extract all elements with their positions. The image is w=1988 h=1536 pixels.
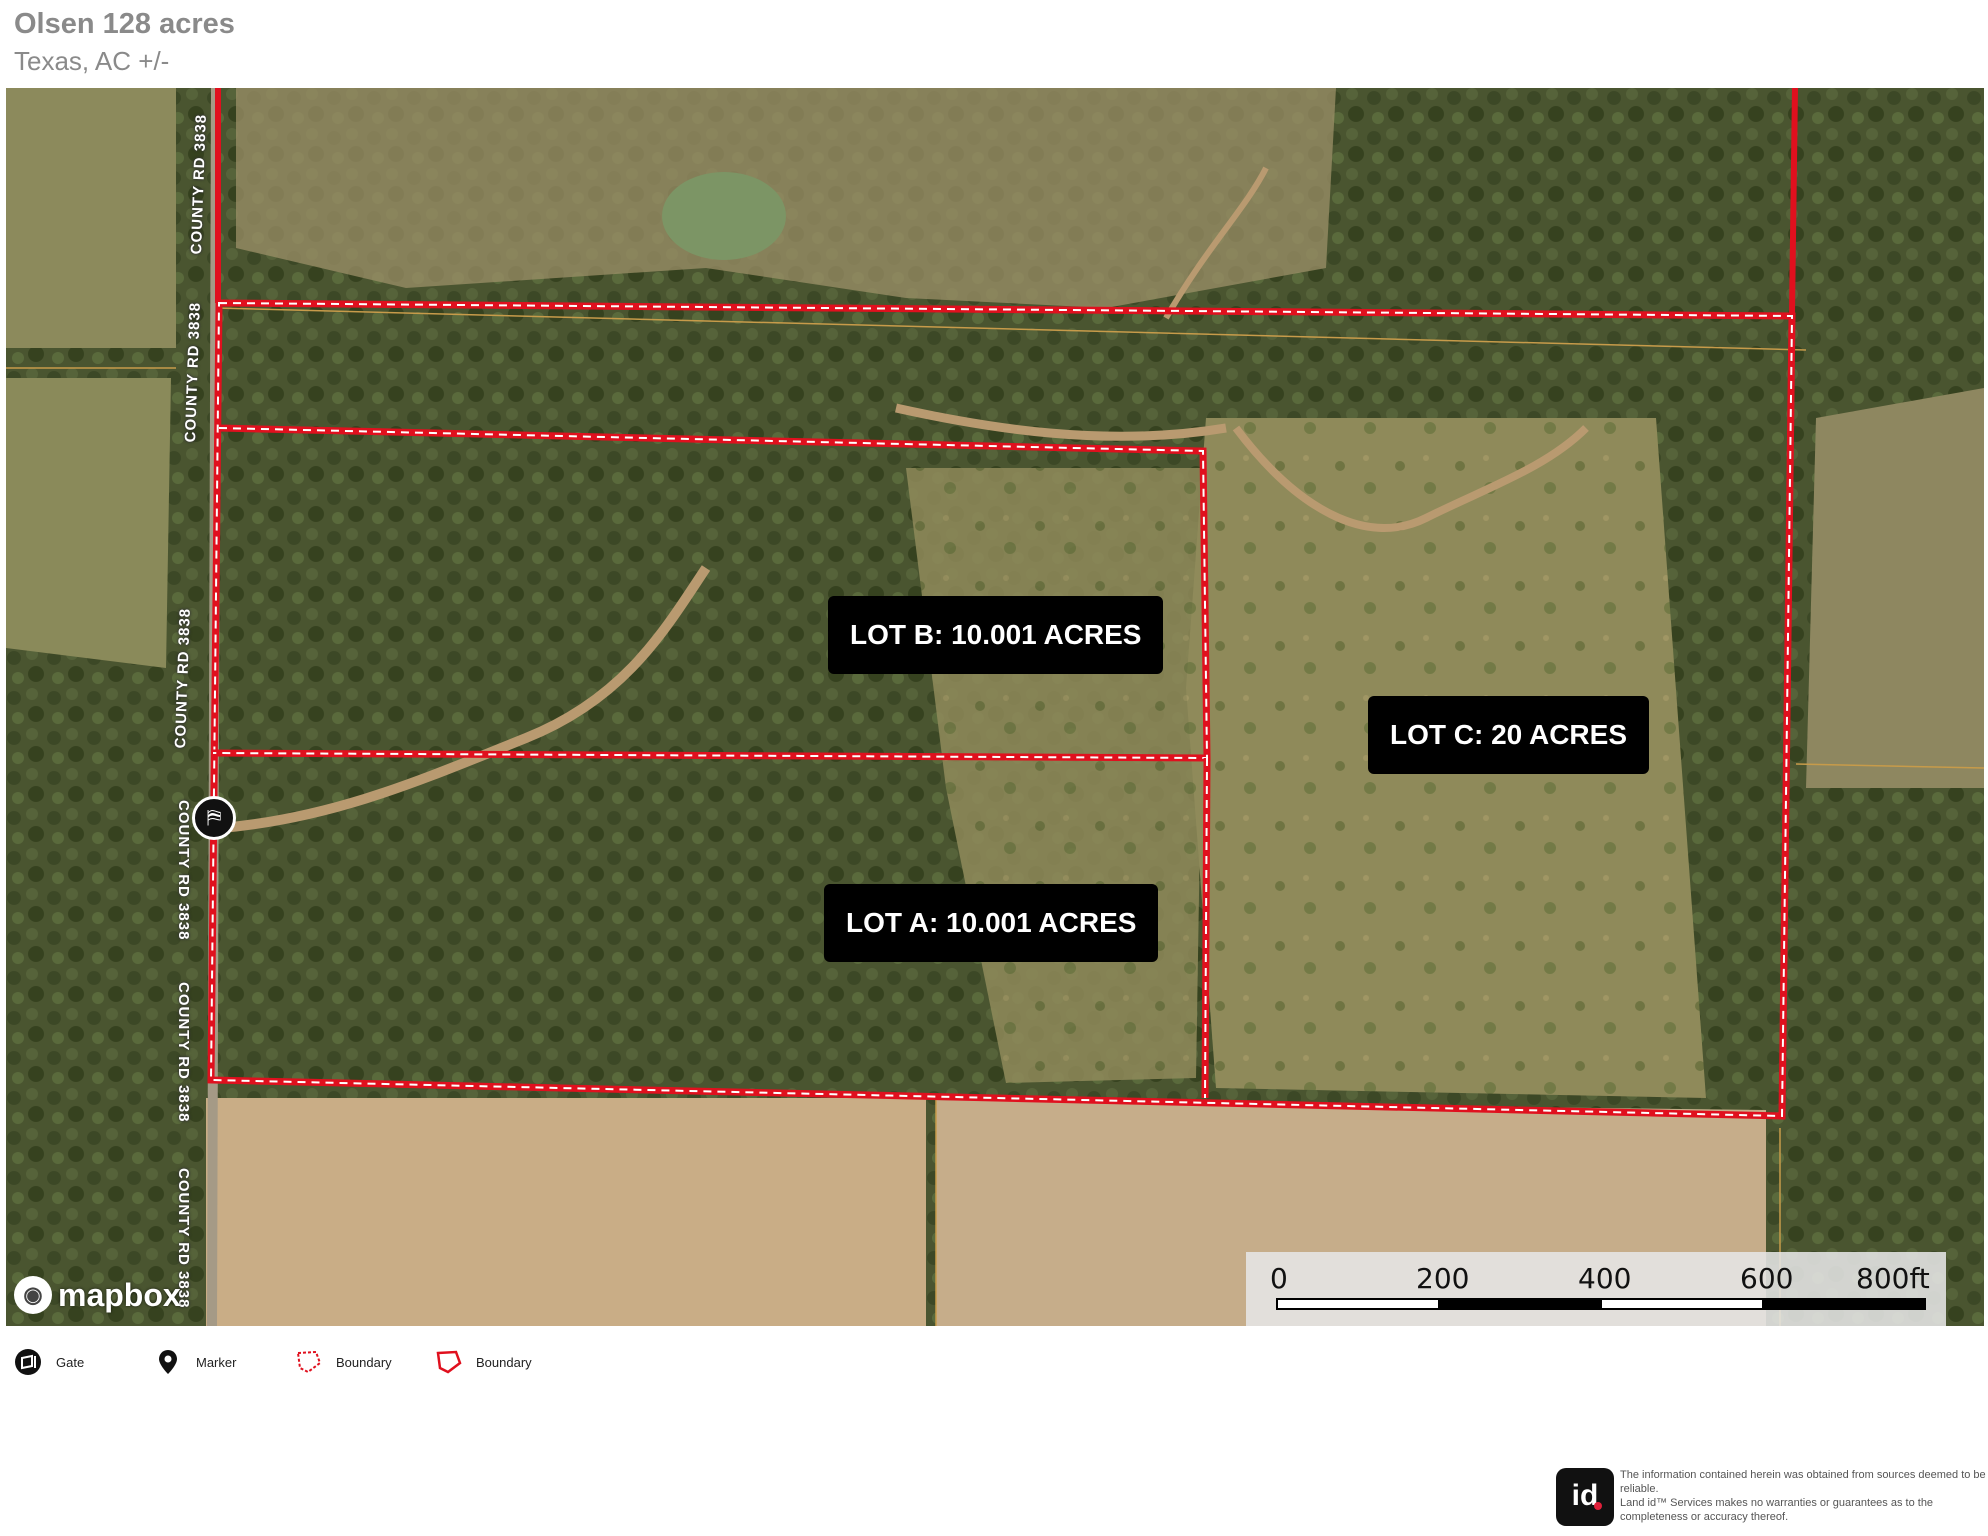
map-canvas[interactable]: LOT B: 10.001 ACRES LOT C: 20 ACRES LOT … (6, 88, 1984, 1326)
scale-tick: 400 (1578, 1262, 1632, 1295)
legend-label: Marker (196, 1354, 237, 1370)
mapbox-text: mapbox (58, 1276, 181, 1313)
road-label: COUNTY RD 3838 (175, 800, 192, 941)
scale-tick: 600 (1740, 1262, 1794, 1295)
boundary-solid-icon (434, 1348, 462, 1376)
legend-item-gate: Gate (14, 1348, 84, 1376)
scale-segment (1600, 1298, 1764, 1310)
marker-icon (154, 1348, 182, 1376)
scale-tick: 800ft (1856, 1262, 1930, 1295)
land-id-logo: id (1556, 1468, 1614, 1526)
legend-label: Boundary (336, 1354, 392, 1370)
scale-segment (1762, 1298, 1926, 1310)
legend-label: Boundary (476, 1354, 532, 1370)
scale-bar: 0 200 400 600 800ft (1246, 1252, 1946, 1326)
gate-icon (14, 1348, 42, 1376)
lot-b-label[interactable]: LOT B: 10.001 ACRES (828, 596, 1164, 674)
legend-item-boundary-solid: Boundary (434, 1348, 532, 1376)
page-subtitle: Texas, AC +/- (14, 46, 170, 76)
mapbox-icon: ◉ (14, 1276, 52, 1314)
legend-item-boundary-dashed: Boundary (294, 1348, 392, 1376)
scale-tick: 0 (1270, 1262, 1288, 1295)
boundary-dashed-icon (294, 1348, 322, 1376)
gate-marker[interactable]: ⛿ (192, 796, 236, 840)
scale-segment (1276, 1298, 1440, 1310)
scale-tick: 200 (1416, 1262, 1470, 1295)
road-label: COUNTY RD 3838 (175, 982, 192, 1123)
satellite-imagery (6, 88, 1984, 1326)
disclaimer-text: The information contained herein was obt… (1620, 1469, 1986, 1523)
gate-icon: ⛿ (206, 807, 222, 829)
lot-c-label[interactable]: LOT C: 20 ACRES (1368, 696, 1649, 774)
mapbox-attribution[interactable]: ◉ mapbox (14, 1276, 181, 1314)
page-title: Olsen 128 acres (14, 8, 235, 40)
footer: id The information contained herein was … (1556, 1468, 1988, 1526)
lot-a-label[interactable]: LOT A: 10.001 ACRES (824, 884, 1159, 962)
legend-item-marker: Marker (154, 1348, 236, 1376)
legend-label: Gate (56, 1354, 85, 1370)
scale-segment (1438, 1298, 1602, 1310)
